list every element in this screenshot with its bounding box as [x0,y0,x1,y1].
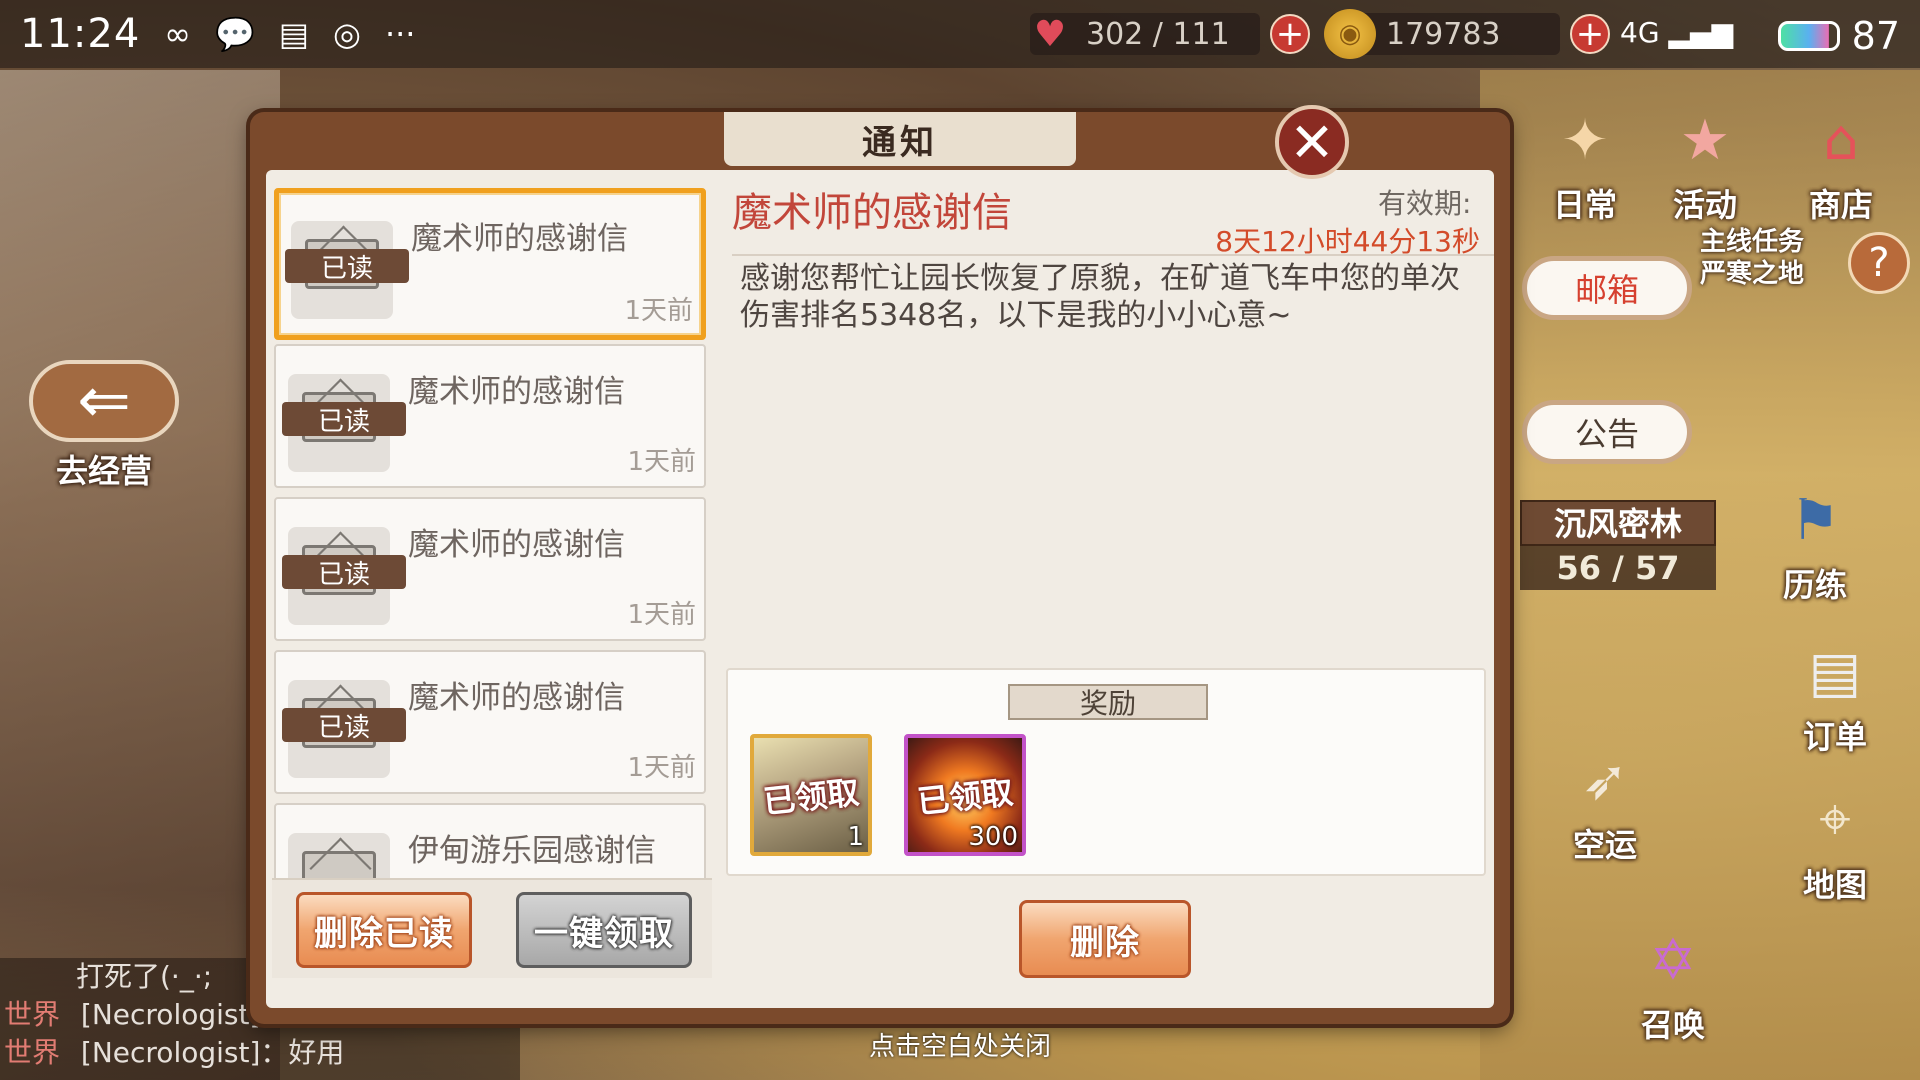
shop-label: 商店 [1808,186,1873,224]
divider [732,254,1494,256]
mail-item[interactable]: 伊甸游乐园感谢信 [274,803,706,878]
dialog-title: 通知 [720,112,1080,170]
daily-label: 日常 [1552,186,1617,224]
mail-title: 魔术师的感谢信 [411,221,628,257]
back-arrow-icon: ⇐ [29,360,179,442]
map-icon: ⌖ [1819,787,1851,852]
chat-text: 打死了(·_·; [76,960,213,993]
claimed-stamp: 已领取 [915,773,1015,821]
stamina-value: 302 / 111 [1086,16,1230,52]
reward-character-card[interactable]: 已领取 1 [750,734,872,856]
map-button[interactable]: ⌖ 地图 [1790,780,1880,906]
stage-name: 沉风密林 [1520,500,1716,546]
gold-pill: ◉ 179783 [1324,9,1560,59]
announcement-label: 公告 [1574,415,1639,453]
mailbox-label: 邮箱 [1574,271,1639,309]
reward-quantity: 300 [968,822,1018,852]
reward-panel: 奖励 已领取 1 已领取 300 [726,668,1486,876]
help-button[interactable]: ? [1848,232,1910,294]
main-quest-panel[interactable]: 主线任务 严寒之地 [1700,226,1870,296]
coin-icon: ◉ [1324,9,1376,59]
flag-icon: ⚑ [1789,487,1841,553]
delete-button[interactable]: 删除 [1019,900,1191,978]
clipboard-icon: ▤ [1808,639,1862,705]
claim-all-button[interactable]: 一键领取 [516,892,692,968]
stage-progress-panel[interactable]: 沉风密林 56 / 57 [1520,500,1716,596]
air-transport-label: 空运 [1572,826,1637,864]
read-badge: 已读 [285,249,409,284]
star-icon: ★ [1679,107,1731,173]
mail-time: 1天前 [627,447,696,477]
delete-read-button[interactable]: 删除已读 [296,892,472,968]
announcement-button[interactable]: 公告 [1522,400,1692,464]
battery-level: 87 [1851,14,1900,58]
mail-title: 魔术师的感谢信 [408,527,625,563]
main-quest-name: 严寒之地 [1700,259,1805,289]
infinity-icon: ∞ [164,15,191,53]
wing-icon: ➶ [1581,747,1629,813]
battery-icon [1777,21,1840,51]
mail-item[interactable]: 已读 魔术师的感谢信 1天前 [274,188,706,340]
orders-label: 订单 [1802,718,1867,756]
mail-item[interactable]: 已读 魔术师的感谢信 1天前 [274,344,706,488]
daily-button[interactable]: ✦ 日常 [1540,100,1630,226]
heart-icon: ♥ [1033,13,1067,55]
mailbox-button[interactable]: 邮箱 [1522,256,1692,320]
mail-time: 1天前 [627,753,696,783]
stamina-resource: ♥ 302 / 111 + [1030,10,1310,58]
read-badge: 已读 [282,402,406,437]
mail-body: 感谢您帮忙让园长恢复了原貌，在矿道飞车中您的单次伤害排名5348名，以下是我的小… [740,261,1460,333]
activity-button[interactable]: ★ 活动 [1660,100,1750,226]
network-type: 4G [1620,16,1660,49]
shop-button[interactable]: ⌂ 商店 [1796,100,1886,226]
main-quest-label: 主线任务 [1700,227,1805,257]
signal-indicator: 4G ▂▄▆ [1620,16,1734,49]
mail-item[interactable]: 已读 魔术师的感谢信 1天前 [274,497,706,641]
close-icon[interactable]: ✕ [1275,105,1349,179]
close-hint: 点击空白处关闭 [868,1032,1051,1062]
mail-title: 魔术师的感谢信 [408,374,625,410]
expiry-label: 有效期: [1378,187,1472,220]
go-business-button[interactable]: ⇐ 去经营 [14,360,194,490]
map-label: 地图 [1802,866,1867,904]
reward-fire-crystal[interactable]: 已领取 300 [904,734,1026,856]
daily-icon: ✦ [1561,107,1609,173]
mail-detail-title: 魔术师的感谢信 [732,190,1012,236]
activity-label: 活动 [1672,186,1737,224]
mail-title: 伊甸游乐园感谢信 [408,833,656,869]
weibo-icon: ◎ [333,15,361,53]
chat-bubble-icon: 💬 [214,15,255,53]
clock: 11:24 [20,11,141,57]
air-transport-button[interactable]: ➶ 空运 [1560,740,1650,866]
add-stamina-button[interactable]: + [1270,14,1310,54]
reward-header: 奖励 [1008,684,1208,720]
shop-awning-icon: ⌂ [1823,107,1859,173]
reward-quantity: 1 [847,822,864,852]
gold-value: 179783 [1386,16,1501,52]
receipt-icon: ▤ [278,15,310,53]
mail-time: 1天前 [624,296,693,326]
more-dots-icon: ··· [384,15,416,53]
claimed-stamp: 已领取 [761,773,861,821]
read-badge: 已读 [282,708,406,743]
mail-time: 1天前 [627,600,696,630]
battery-indicator: 87 [1777,14,1900,58]
add-gold-button[interactable]: + [1570,14,1610,54]
stage-progress: 56 / 57 [1520,546,1716,590]
gold-resource: ◉ 179783 + [1324,9,1610,59]
mail-title: 魔术师的感谢信 [408,680,625,716]
envelope-icon [288,833,390,878]
training-label: 历练 [1782,566,1847,604]
mail-list-footer: 删除已读 一键领取 [272,878,712,978]
mail-list[interactable]: 已读 魔术师的感谢信 1天前 已读 魔术师的感谢信 1天前 已读 魔术师的感谢信… [270,188,710,878]
go-business-label: 去经营 [55,452,152,490]
training-button[interactable]: ⚑ 历练 [1770,480,1860,606]
stamina-pill: ♥ 302 / 111 [1030,13,1260,55]
magic-circle-icon: ✡ [1649,927,1697,993]
mail-item[interactable]: 已读 魔术师的感谢信 1天前 [274,650,706,794]
read-badge: 已读 [282,555,406,590]
background-characters [0,70,280,1080]
orders-button[interactable]: ▤ 订单 [1790,632,1880,758]
